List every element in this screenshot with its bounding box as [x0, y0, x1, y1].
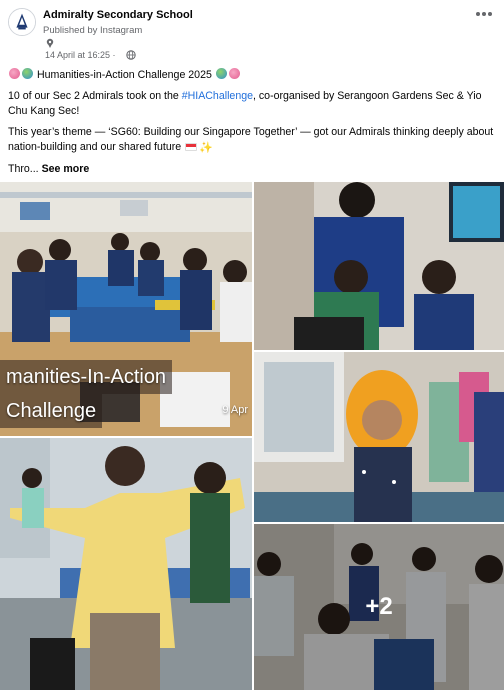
page-avatar[interactable] [8, 8, 36, 36]
paragraph-text: This year’s theme — ‘SG60: Building our … [8, 126, 494, 153]
paragraph-text: 10 of our Sec 2 Admirals took on the [8, 90, 182, 102]
photo-image [0, 438, 252, 690]
overlay-line: manities-In-Action [0, 360, 173, 394]
sparkles-icon: ✨ [199, 142, 213, 154]
pin-icon [46, 38, 54, 48]
photo-image [254, 352, 504, 522]
singapore-flag-icon [185, 143, 198, 151]
globe-emoji-icon [215, 68, 227, 79]
post-paragraph-2: This year’s theme — ‘SG60: Building our … [8, 125, 496, 156]
page-name[interactable]: Admiralty Secondary School [43, 9, 193, 21]
globe-emoji-icon [22, 68, 33, 79]
more-photos-overlay[interactable]: +2 [254, 524, 504, 690]
photo-overlay-title: manities-In-Action Challenge [0, 360, 173, 428]
photo-image [254, 182, 504, 350]
school-crest-icon [9, 9, 35, 35]
post-title-line: Humanities-in-Action Challenge 2025 [8, 68, 496, 83]
photo-students-laptop[interactable] [254, 182, 504, 350]
paragraph-text: Thro... [8, 163, 42, 175]
photo-traditional-outfit[interactable] [0, 438, 252, 690]
photo-classroom-group[interactable]: manities-In-Action Challenge 9 Apr [0, 182, 252, 436]
published-by: Published by Instagram [43, 25, 143, 36]
more-options-icon[interactable] [476, 12, 494, 18]
photo-floral-headdress[interactable] [254, 352, 504, 522]
see-more-link[interactable]: See more [42, 163, 90, 175]
overlay-line: Challenge [0, 394, 103, 428]
post-title: Humanities-in-Action Challenge 2025 [36, 69, 212, 81]
hashtag-link[interactable]: #HIAChallenge [182, 90, 253, 102]
post-date[interactable]: 14 April at 16:25 · [45, 50, 116, 60]
post-header: Admiralty Secondary School Published by … [0, 0, 504, 64]
post-paragraph-3: Thro... See more [8, 162, 496, 177]
photo-grid: manities-In-Action Challenge 9 Apr +2 [0, 182, 504, 690]
brain-emoji-icon [9, 68, 20, 79]
post-paragraph-1: 10 of our Sec 2 Admirals took on the #HI… [8, 89, 496, 119]
globe-icon [126, 50, 136, 60]
photo-overlay-date: 9 Apr [222, 404, 248, 416]
photo-group-table[interactable]: +2 [254, 524, 504, 690]
brain-emoji-icon [228, 68, 240, 79]
post-body: Humanities-in-Action Challenge 2025 10 o… [8, 68, 496, 183]
